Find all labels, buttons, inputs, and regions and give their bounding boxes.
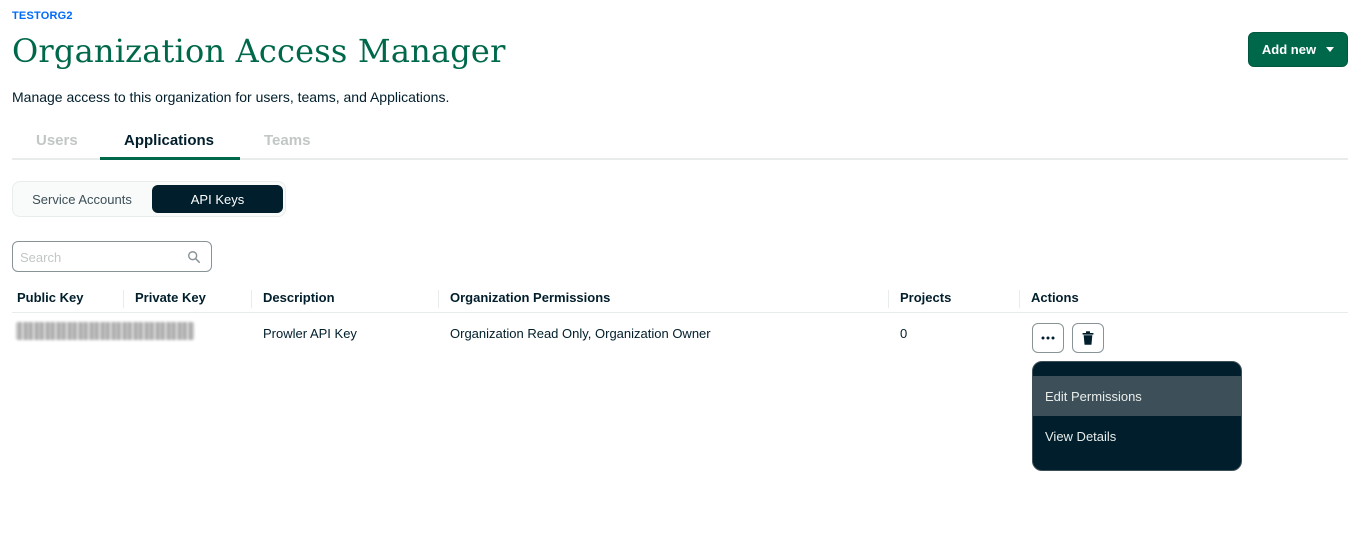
active-tab-indicator xyxy=(100,157,240,160)
actions-dropdown-menu: Edit Permissions View Details xyxy=(1032,361,1242,471)
menu-item-view-details[interactable]: View Details xyxy=(1033,416,1241,456)
page-description: Manage access to this organization for u… xyxy=(12,89,450,105)
caret-down-icon xyxy=(1326,47,1335,52)
row-projects: 0 xyxy=(900,326,908,341)
segment-api-keys[interactable]: API Keys xyxy=(152,185,283,213)
delete-button[interactable] xyxy=(1072,323,1104,353)
column-header-description[interactable]: Description xyxy=(251,290,335,308)
search-input[interactable] xyxy=(20,248,180,266)
segment-service-accounts[interactable]: Service Accounts xyxy=(15,185,149,213)
table-header: Public Key Private Key Description Organ… xyxy=(12,286,1348,313)
add-new-label: Add new xyxy=(1261,42,1317,57)
row-permissions: Organization Read Only, Organization Own… xyxy=(450,326,711,341)
row-description: Prowler API Key xyxy=(263,326,357,341)
search-icon xyxy=(188,251,201,264)
ellipsis-icon xyxy=(1041,336,1055,340)
page-title: Organization Access Manager xyxy=(12,32,506,70)
column-header-private-key[interactable]: Private Key xyxy=(123,290,206,308)
column-header-projects[interactable]: Projects xyxy=(888,290,951,308)
menu-item-edit-permissions[interactable]: Edit Permissions xyxy=(1033,376,1241,416)
org-name: TESTORG2 xyxy=(12,10,73,22)
search-box xyxy=(12,241,212,272)
column-header-actions: Actions xyxy=(1019,290,1079,308)
application-type-toggle: Service Accounts API Keys xyxy=(12,181,286,217)
redacted-keys xyxy=(16,322,194,340)
more-actions-button[interactable] xyxy=(1032,323,1064,353)
column-header-public-key[interactable]: Public Key xyxy=(12,290,83,308)
column-header-permissions[interactable]: Organization Permissions xyxy=(438,290,610,308)
add-new-button[interactable]: Add new xyxy=(1248,32,1348,67)
tab-users[interactable]: Users xyxy=(36,132,78,149)
api-keys-table: Public Key Private Key Description Organ… xyxy=(12,286,1348,373)
tab-applications[interactable]: Applications xyxy=(124,132,214,149)
trash-icon xyxy=(1082,331,1094,345)
tab-bar: Users Applications Teams xyxy=(12,124,1348,160)
tab-teams[interactable]: Teams xyxy=(264,132,310,149)
